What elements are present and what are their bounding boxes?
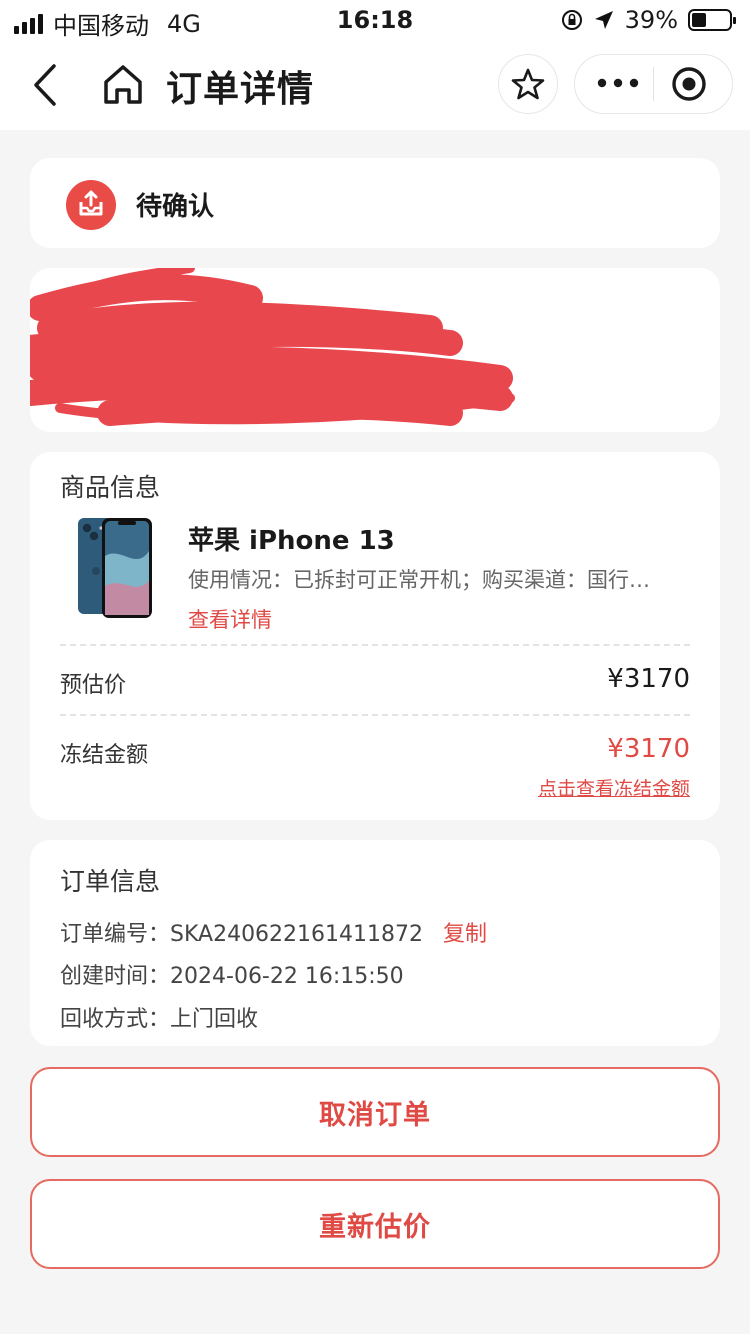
target-icon[interactable]: [671, 66, 707, 102]
goods-description: 使用情况：已拆封可正常开机；购买渠道：国行…: [188, 568, 650, 592]
frozen-amount-label: 冻结金额: [60, 743, 149, 768]
view-details-link[interactable]: 查看详情: [188, 604, 272, 634]
divider: [60, 714, 690, 716]
tray-upload-icon: [66, 180, 116, 230]
star-icon: [511, 68, 545, 100]
order-number-value: SKA240622161411872: [170, 922, 424, 947]
redaction-scribble: [30, 268, 515, 426]
status-bar-right: 39%: [561, 6, 736, 34]
order-number-label: 订单编号：: [60, 922, 171, 947]
estimated-price-label: 预估价: [60, 673, 127, 698]
location-arrow-icon: [594, 11, 613, 29]
favorite-button[interactable]: [498, 54, 558, 114]
goods-section-title: 商品信息: [60, 473, 161, 502]
goods-info-card: 商品信息 苹果 iPhone 13 使用情况：已拆封可正常开机；购买渠道：国行……: [30, 452, 720, 820]
page-title: 订单详情: [166, 69, 315, 110]
back-arrow-icon[interactable]: [24, 58, 70, 112]
frozen-amount-value: ¥3170: [607, 734, 690, 764]
created-time-label: 创建时间：: [60, 964, 171, 989]
order-status-text: 待确认: [136, 192, 215, 222]
order-info-card: 订单信息 订单编号：SKA240622161411872 复制 创建时间：2024…: [30, 840, 720, 1046]
more-icon[interactable]: [597, 75, 639, 91]
recycle-method-row: 回收方式：上门回收: [60, 1001, 258, 1033]
miniprogram-capsule: [574, 54, 733, 114]
rotation-lock-icon: [561, 10, 582, 30]
created-time-row: 创建时间：2024-06-22 16:15:50: [60, 958, 404, 990]
recycle-method-value: 上门回收: [170, 1007, 259, 1032]
order-number-row: 订单编号：SKA240622161411872 复制: [60, 916, 487, 948]
created-time-value: 2024-06-22 16:15:50: [170, 964, 404, 989]
iphone-image: [78, 518, 152, 618]
address-card: [30, 268, 720, 432]
cancel-order-button[interactable]: 取消订单: [30, 1067, 720, 1157]
battery-icon: [688, 9, 736, 31]
battery-percent: 39%: [624, 6, 678, 34]
reestimate-button[interactable]: 重新估价: [30, 1179, 720, 1269]
divider: [60, 644, 690, 646]
estimated-price-value: ¥3170: [607, 664, 690, 694]
capsule-divider: [653, 67, 654, 101]
nav-bar: 订单详情: [0, 40, 750, 130]
order-section-title: 订单信息: [60, 867, 161, 896]
goods-name: 苹果 iPhone 13: [188, 526, 395, 556]
view-frozen-amount-link[interactable]: 点击查看冻结金额: [538, 774, 690, 801]
order-status-card: 待确认: [30, 158, 720, 248]
copy-button[interactable]: 复制: [443, 922, 487, 947]
home-icon[interactable]: [100, 60, 146, 110]
status-bar: 中国移动 4G 16:18 39%: [0, 0, 750, 40]
recycle-method-label: 回收方式：: [60, 1007, 171, 1032]
